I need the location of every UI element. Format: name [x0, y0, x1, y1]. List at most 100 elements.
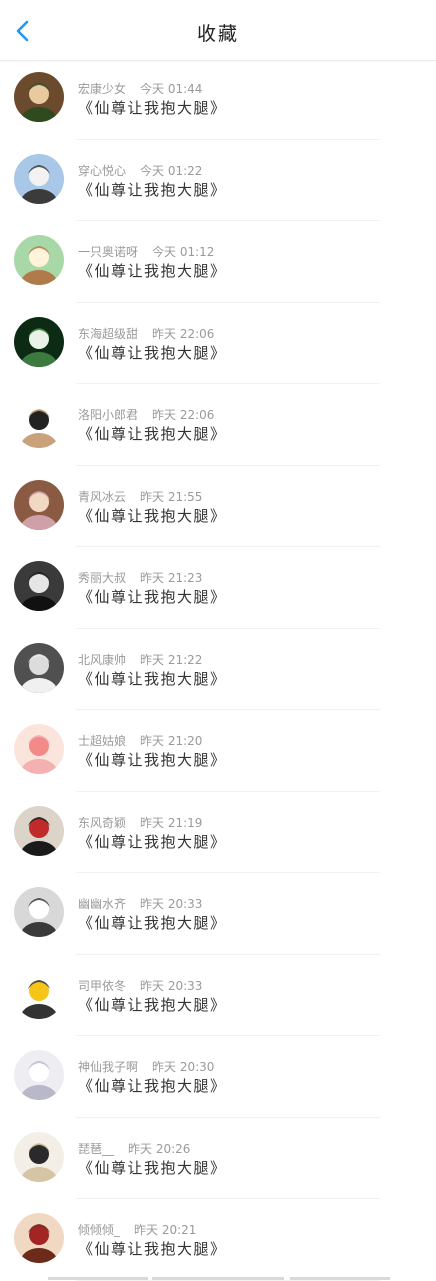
- avatar-image-icon: [14, 398, 64, 448]
- user-name: 青风冰云: [78, 489, 127, 504]
- list-item[interactable]: 琵琶__ 昨天 20:26 《仙尊让我抱大腿》: [0, 1118, 436, 1199]
- timestamp: 昨天 22:06: [152, 408, 215, 422]
- avatar-image-icon: [14, 561, 64, 611]
- user-name: 东海超级甜: [78, 326, 139, 341]
- list-item[interactable]: 青风冰云 昨天 21:55 《仙尊让我抱大腿》: [0, 466, 436, 547]
- user-name: 倾倾倾_: [78, 1223, 121, 1237]
- avatar-image-icon: [14, 968, 64, 1019]
- list-item[interactable]: 秀丽大叔 昨天 21:23 《仙尊让我抱大腿》: [0, 547, 436, 629]
- user-name: 穿心悦心: [78, 163, 127, 178]
- user-name: 东风奇颖: [78, 815, 127, 830]
- avatar[interactable]: [14, 642, 64, 693]
- list-item[interactable]: 司甲依冬 昨天 20:33 《仙尊让我抱大腿》: [0, 955, 436, 1036]
- timestamp: 昨天 20:33: [140, 978, 203, 993]
- avatar-image-icon: [14, 805, 64, 856]
- list-item[interactable]: 宏康少女 今天 01:44 《仙尊让我抱大腿》: [0, 58, 436, 140]
- item-meta: 秀丽大叔 昨天 21:23: [78, 569, 202, 586]
- user-name: 洛阳小郎君: [78, 408, 139, 422]
- user-name: 一只奥诺呀: [78, 245, 139, 259]
- avatar-image-icon: [14, 72, 64, 122]
- item-meta: 宏康少女 今天 01:44: [78, 80, 202, 97]
- avatar-image-icon: [14, 153, 64, 204]
- message-text: 《仙尊让我抱大腿》: [78, 1158, 227, 1177]
- avatar[interactable]: [14, 805, 64, 856]
- item-meta: 琵琶__ 昨天 20:26: [78, 1140, 190, 1157]
- list-item[interactable]: 倾倾倾_ 昨天 20:21 《仙尊让我抱大腿》: [0, 1199, 436, 1281]
- user-name: 琵琶__: [78, 1141, 115, 1156]
- timestamp: 昨天 22:06: [152, 326, 215, 341]
- message-text: 《仙尊让我抱大腿》: [78, 995, 227, 1014]
- list-item[interactable]: 穿心悦心 今天 01:22 《仙尊让我抱大腿》: [0, 140, 436, 221]
- item-meta: 东风奇颖 昨天 21:19: [78, 814, 202, 831]
- list-item[interactable]: 幽幽水齐 昨天 20:33 《仙尊让我抱大腿》: [0, 873, 436, 955]
- item-meta: 北风康帅 昨天 21:22: [78, 651, 202, 668]
- user-name: 宏康少女: [78, 82, 127, 96]
- message-text: 《仙尊让我抱大腿》: [78, 751, 227, 769]
- timestamp: 今天 01:44: [140, 82, 203, 96]
- item-meta: 穿心悦心 今天 01:22: [78, 162, 202, 179]
- avatar[interactable]: [14, 479, 64, 530]
- list-item[interactable]: 士超姑娘 昨天 21:20 《仙尊让我抱大腿》: [0, 710, 436, 792]
- item-meta: 士超姑娘 昨天 21:20: [78, 732, 202, 749]
- avatar[interactable]: [14, 72, 64, 122]
- item-meta: 洛阳小郎君 昨天 22:06: [78, 406, 214, 423]
- timestamp: 今天 01:12: [152, 245, 215, 259]
- message-text: 《仙尊让我抱大腿》: [78, 343, 227, 362]
- avatar-image-icon: [14, 887, 64, 937]
- item-meta: 幽幽水齐 昨天 20:33: [78, 895, 202, 912]
- avatar[interactable]: [14, 398, 64, 448]
- list-item[interactable]: 一只奥诺呀 今天 01:12 《仙尊让我抱大腿》: [0, 221, 436, 303]
- item-meta: 东海超级甜 昨天 22:06: [78, 325, 214, 342]
- message-text: 《仙尊让我抱大腿》: [78, 262, 227, 280]
- avatar[interactable]: [14, 1050, 64, 1100]
- list-item[interactable]: 神仙我子啊 昨天 20:30 《仙尊让我抱大腿》: [0, 1036, 436, 1118]
- message-text: 《仙尊让我抱大腿》: [78, 1077, 227, 1095]
- timestamp: 昨天 20:30: [152, 1060, 215, 1074]
- timestamp: 昨天 21:55: [140, 489, 203, 504]
- avatar[interactable]: [14, 1213, 64, 1263]
- avatar[interactable]: [14, 1131, 64, 1182]
- message-text: 《仙尊让我抱大腿》: [78, 99, 227, 117]
- message-text: 《仙尊让我抱大腿》: [78, 669, 227, 688]
- avatar[interactable]: [14, 235, 64, 285]
- timestamp: 昨天 20:21: [134, 1223, 197, 1237]
- item-meta: 一只奥诺呀 今天 01:12: [78, 243, 214, 260]
- avatar-image-icon: [14, 1131, 64, 1182]
- avatar-image-icon: [14, 316, 64, 367]
- user-name: 神仙我子啊: [78, 1060, 139, 1074]
- user-name: 秀丽大叔: [78, 571, 127, 585]
- list-item[interactable]: 北风康帅 昨天 21:22 《仙尊让我抱大腿》: [0, 629, 436, 710]
- page-title: 收藏: [196, 23, 239, 45]
- avatar-image-icon: [14, 479, 64, 530]
- timestamp: 昨天 20:33: [140, 897, 203, 911]
- message-text: 《仙尊让我抱大腿》: [78, 588, 227, 606]
- message-text: 《仙尊让我抱大腿》: [78, 425, 227, 443]
- list-item[interactable]: 洛阳小郎君 昨天 22:06 《仙尊让我抱大腿》: [0, 384, 436, 466]
- avatar[interactable]: [14, 968, 64, 1019]
- message-text: 《仙尊让我抱大腿》: [78, 914, 227, 932]
- message-text: 《仙尊让我抱大腿》: [78, 832, 227, 851]
- item-meta: 倾倾倾_ 昨天 20:21: [78, 1221, 196, 1238]
- timestamp: 昨天 21:20: [140, 734, 203, 748]
- avatar[interactable]: [14, 316, 64, 367]
- avatar-image-icon: [14, 724, 64, 774]
- list-item[interactable]: 东海超级甜 昨天 22:06 《仙尊让我抱大腿》: [0, 303, 436, 384]
- user-name: 司甲依冬: [78, 978, 127, 993]
- item-meta: 司甲依冬 昨天 20:33: [78, 977, 202, 994]
- user-name: 士超姑娘: [78, 734, 127, 748]
- favorites-list: 宏康少女 今天 01:44 《仙尊让我抱大腿》 穿心悦心 今天 01:22 《仙尊让我抱大…: [0, 58, 436, 1281]
- message-text: 《仙尊让我抱大腿》: [78, 180, 227, 199]
- item-meta: 神仙我子啊 昨天 20:30: [78, 1058, 214, 1075]
- avatar[interactable]: [14, 153, 64, 204]
- top-navigation-bar: 收藏: [0, 0, 436, 61]
- avatar[interactable]: [14, 561, 64, 611]
- avatar-image-icon: [14, 235, 64, 285]
- list-item[interactable]: 东风奇颖 昨天 21:19 《仙尊让我抱大腿》: [0, 792, 436, 873]
- avatar-image-icon: [14, 642, 64, 693]
- message-text: 《仙尊让我抱大腿》: [78, 506, 227, 525]
- timestamp: 今天 01:22: [140, 163, 203, 178]
- avatar[interactable]: [14, 724, 64, 774]
- user-name: 幽幽水齐: [78, 897, 127, 911]
- avatar[interactable]: [14, 887, 64, 937]
- avatar-image-icon: [14, 1213, 64, 1263]
